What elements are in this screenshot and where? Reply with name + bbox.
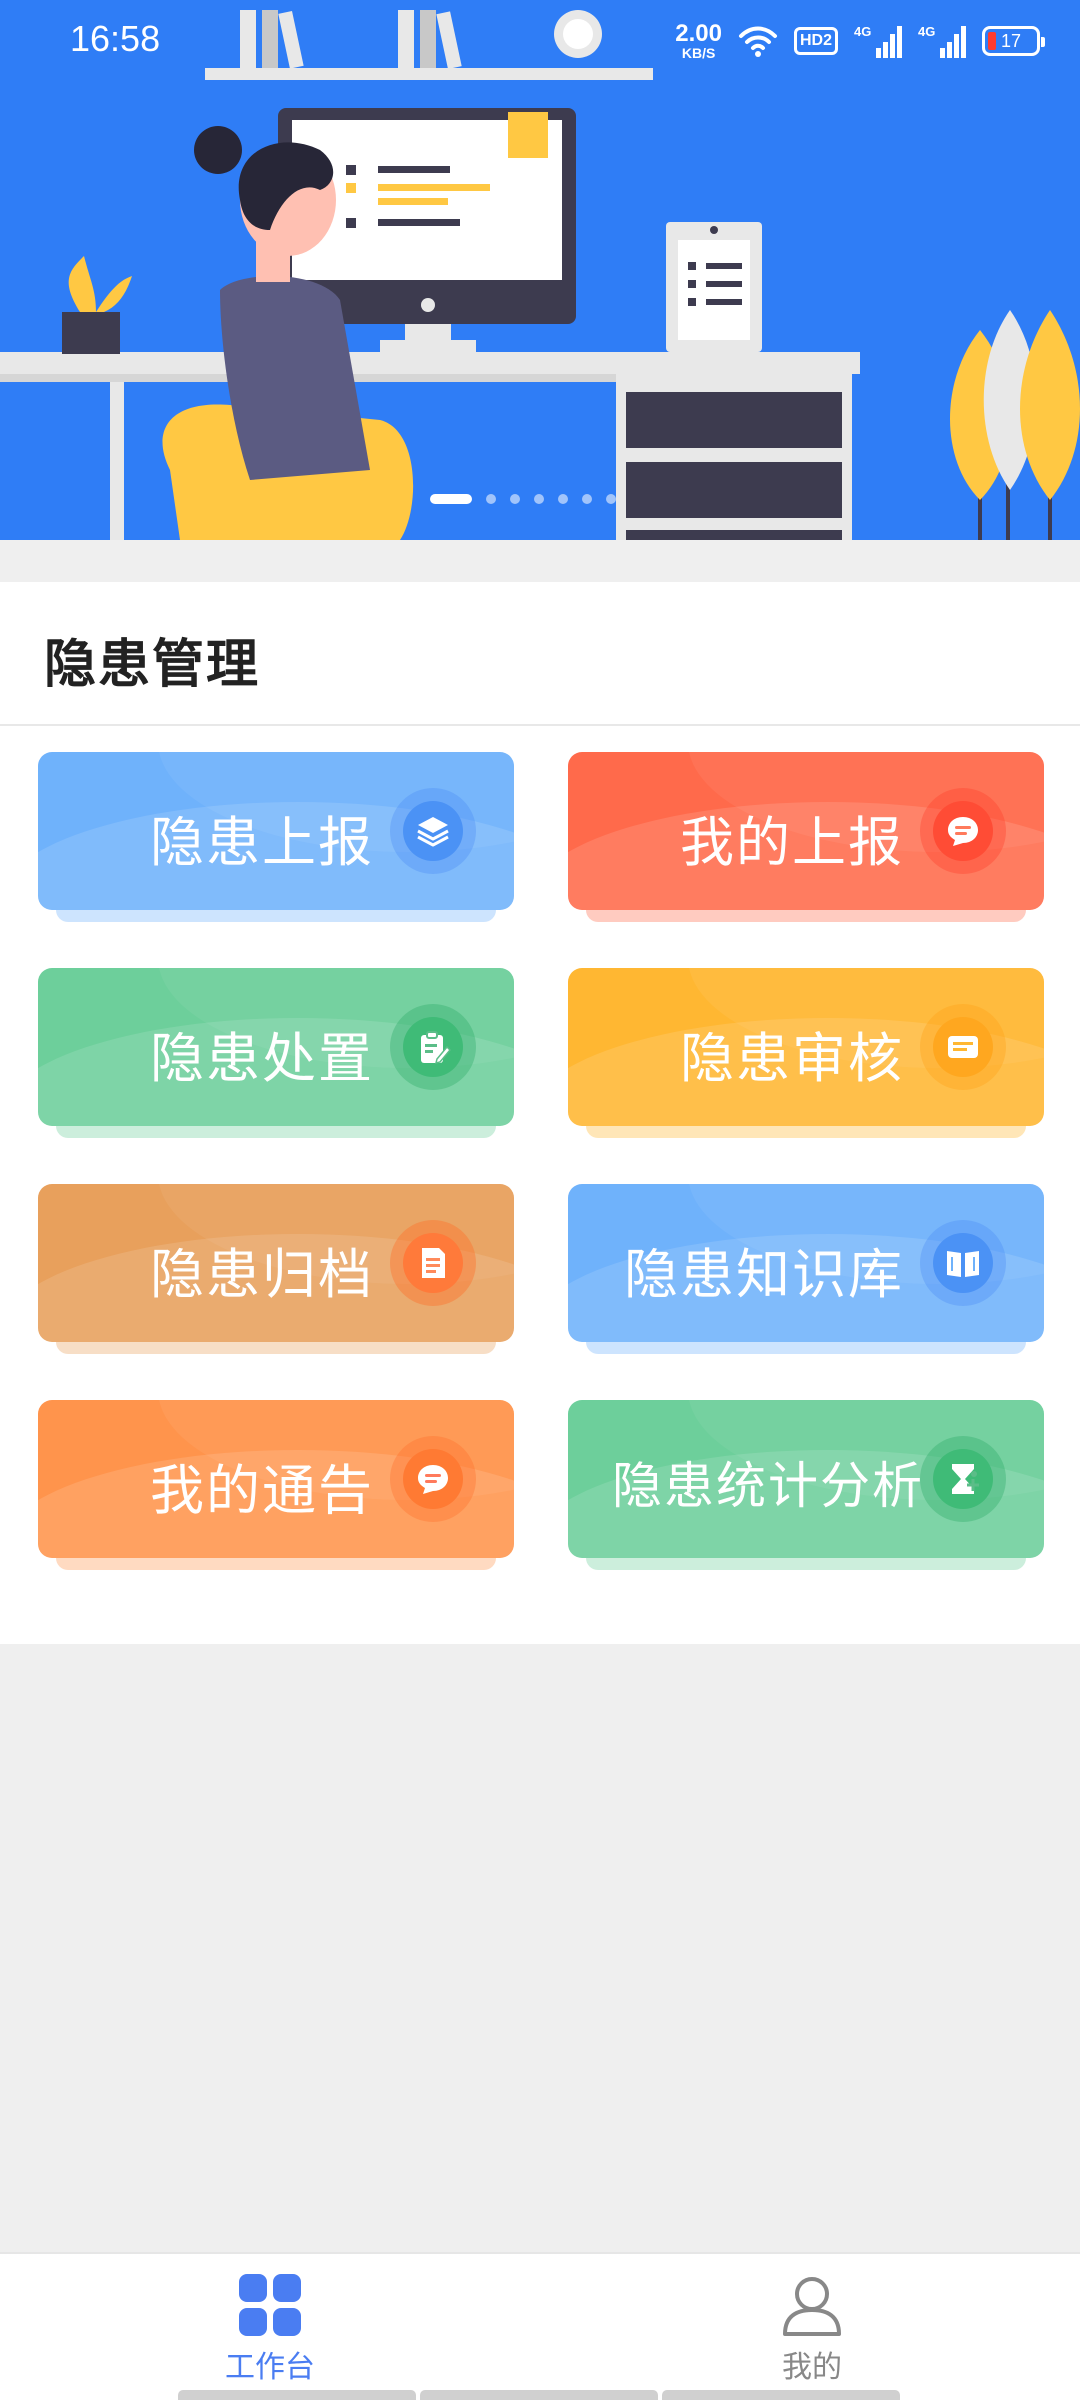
message-icon [390,1436,476,1522]
hourglass-icon [920,1436,1006,1522]
nav-label: 我的 [782,2350,842,2385]
carousel-dot[interactable] [510,494,520,504]
carousel-dot[interactable] [558,494,568,504]
banner-illustration [0,10,1080,540]
signal-icon: 4G [918,24,966,58]
carousel-dot[interactable] [582,494,592,504]
card-shadow [586,1126,1026,1138]
feature-card[interactable]: 隐患处置 [38,968,514,1126]
net-speed-unit: KB/S [681,45,716,61]
message-icon [920,788,1006,874]
wifi-icon [738,26,777,57]
feature-card[interactable]: 我的上报 [568,752,1044,910]
nav-item-mine[interactable]: 我的 [712,2274,912,2386]
carousel-dot[interactable] [606,494,616,504]
hazard-management-section: 隐患管理 隐患上报 我的上报隐患处置 隐患审核隐患归档 隐患知识库我的通告 隐患统计分析 [0,582,1080,1644]
nav-item-workbench[interactable]: 工作台 [170,2274,370,2386]
banner-carousel[interactable]: 16:58 2.00 KB/S HD2 4G 4G 17 [0,0,1080,540]
card-icon [920,1004,1006,1090]
layers-icon [390,788,476,874]
card-shadow [586,1558,1026,1570]
card-label: 隐患统计分析 [612,1457,924,1515]
feature-card[interactable]: 隐患审核 [568,968,1044,1126]
gesture-bar [662,2390,900,2400]
carousel-indicator[interactable] [430,494,616,504]
feature-card[interactable]: 我的通告 [38,1400,514,1558]
signal-label: 4G [918,24,936,39]
feature-card[interactable]: 隐患统计分析 [568,1400,1044,1558]
card-label: 隐患审核 [680,1027,904,1090]
net-speed-value: 2.00 [675,20,722,47]
feature-card[interactable]: 隐患归档 [38,1184,514,1342]
divider [0,724,1080,726]
clipboard-edit-icon [390,1004,476,1090]
card-shadow [56,1126,496,1138]
section-title: 隐患管理 [44,635,261,695]
gesture-bar [420,2390,658,2400]
card-label: 隐患处置 [150,1027,374,1090]
card-shadow [56,1342,496,1354]
grid-icon [239,2274,301,2336]
card-shadow [586,1342,1026,1354]
nav-label: 工作台 [225,2350,315,2385]
card-label: 隐患归档 [150,1243,374,1306]
card-shadow [586,910,1026,922]
carousel-dot[interactable] [534,494,544,504]
battery-icon: 17 [982,26,1045,56]
card-shadow [56,1558,496,1570]
carousel-dot[interactable] [486,494,496,504]
card-label: 隐患上报 [150,811,374,874]
signal-icon: 4G [854,24,902,58]
status-time: 16:58 [70,18,161,59]
document-icon [390,1220,476,1306]
hd-badge: HD2 [793,27,838,55]
card-label: 我的通告 [150,1459,374,1522]
card-label: 隐患知识库 [624,1243,904,1306]
bottom-nav: 工作台 我的 [0,2252,1080,2400]
book-icon [920,1220,1006,1306]
signal-label: 4G [854,24,872,39]
gesture-bar [178,2390,416,2400]
carousel-dot[interactable] [430,494,472,504]
feature-card[interactable]: 隐患知识库 [568,1184,1044,1342]
card-label: 我的上报 [680,811,904,874]
status-bar: 16:58 2.00 KB/S HD2 4G 4G 17 [0,0,1080,80]
feature-card[interactable]: 隐患上报 [38,752,514,910]
battery-level: 17 [1000,30,1022,51]
net-speed: 2.00 KB/S [675,20,722,61]
card-shadow [56,910,496,922]
user-icon [783,2277,841,2336]
